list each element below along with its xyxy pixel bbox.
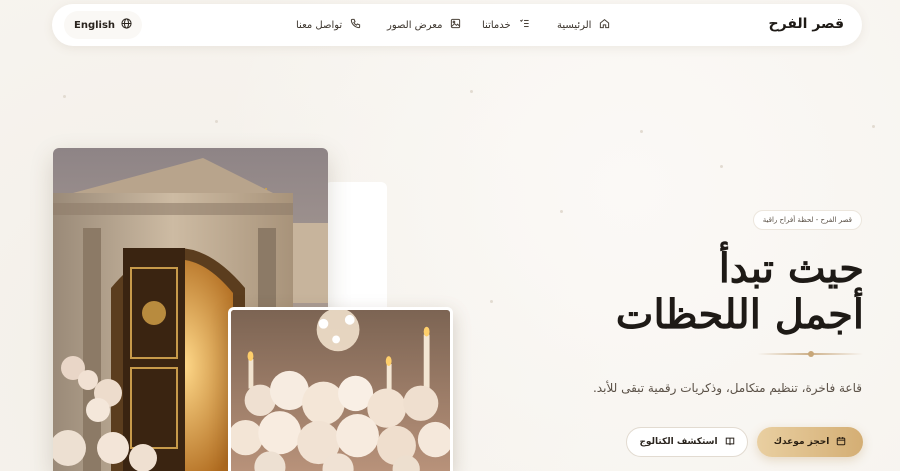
hero-subtitle: قاعة فاخرة، تنظيم متكامل، وذكريات رقمية … bbox=[592, 381, 862, 395]
decor-dot bbox=[720, 165, 723, 168]
decor-dot bbox=[640, 130, 643, 133]
decor-dot bbox=[490, 300, 493, 303]
nav-item-label: الرئيسية bbox=[557, 19, 592, 31]
decor-dot bbox=[63, 95, 66, 98]
language-switch-button[interactable]: English bbox=[64, 11, 143, 39]
nav-item-label: معرض الصور bbox=[387, 19, 443, 31]
book-appointment-button[interactable]: احجز موعدك bbox=[757, 427, 863, 457]
button-label: احجز موعدك bbox=[773, 437, 830, 447]
nav-item-services[interactable]: خدماتنا bbox=[482, 18, 530, 32]
nav-item-label: خدماتنا bbox=[482, 19, 511, 31]
top-navbar: English تواصل معنا معرض الصور خدماتنا ال… bbox=[52, 4, 862, 46]
hero-badge: قصر الفرح - لحظة أفراح راقية bbox=[752, 210, 862, 230]
hero-headline: حيث تبدأ أجمل اللحظات bbox=[616, 246, 864, 338]
image-icon bbox=[450, 18, 461, 32]
phone-icon bbox=[350, 18, 361, 32]
brand-logo-text[interactable]: قصر الفرح bbox=[769, 16, 844, 32]
list-icon bbox=[519, 18, 530, 32]
divider-dot bbox=[808, 351, 814, 357]
headline-line-2: أجمل اللحظات bbox=[615, 291, 864, 338]
explore-catalog-button[interactable]: استكشف الكتالوج bbox=[626, 427, 748, 457]
nav-item-label: تواصل معنا bbox=[296, 19, 343, 31]
decor-dot bbox=[872, 125, 875, 128]
language-label: English bbox=[74, 19, 116, 31]
nav-item-home[interactable]: الرئيسية bbox=[557, 18, 610, 32]
decor-dot bbox=[470, 90, 473, 93]
button-label: استكشف الكتالوج bbox=[639, 437, 718, 447]
decor-dot bbox=[560, 210, 563, 213]
nav-item-contact[interactable]: تواصل معنا bbox=[296, 18, 361, 32]
nav-item-gallery[interactable]: معرض الصور bbox=[387, 18, 461, 32]
home-icon bbox=[599, 18, 610, 32]
book-icon bbox=[725, 436, 735, 449]
globe-icon bbox=[121, 18, 132, 32]
calendar-icon bbox=[836, 436, 846, 449]
decor-dot bbox=[215, 120, 218, 123]
floral-centerpiece-photo bbox=[228, 307, 453, 471]
headline-line-1: حيث تبدأ bbox=[718, 245, 864, 292]
